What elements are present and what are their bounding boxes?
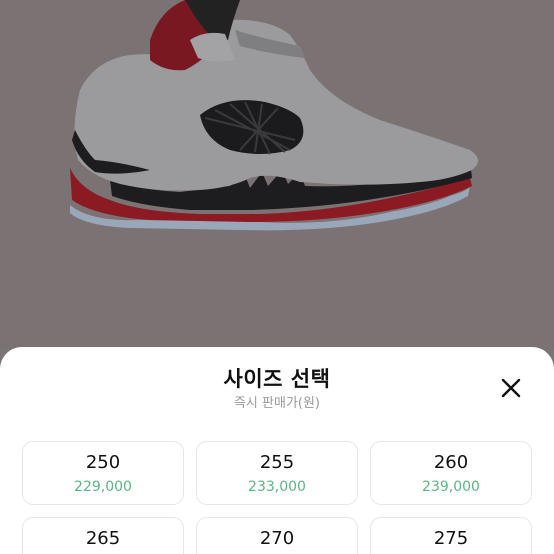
size-option-265[interactable]: 265 <box>22 517 184 554</box>
sheet-title: 사이즈 선택 <box>223 367 331 391</box>
size-value: 260 <box>433 452 469 473</box>
size-value: 255 <box>259 452 295 473</box>
size-option-260[interactable]: 260 239,000 <box>370 441 532 505</box>
size-option-275[interactable]: 275 <box>370 517 532 554</box>
size-value: 275 <box>433 528 469 549</box>
size-value: 250 <box>85 452 121 473</box>
product-image <box>0 0 554 348</box>
sheet-subtitle: 즉시 판매가(원) <box>233 396 321 411</box>
close-button[interactable] <box>496 373 526 403</box>
sneaker-image <box>70 0 479 231</box>
size-price: 233,000 <box>248 479 306 495</box>
size-price: 239,000 <box>422 479 480 495</box>
close-icon <box>501 378 521 398</box>
size-option-270[interactable]: 270 <box>196 517 358 554</box>
size-value: 270 <box>259 528 295 549</box>
size-price: 229,000 <box>74 479 132 495</box>
size-option-255[interactable]: 255 233,000 <box>196 441 358 505</box>
size-select-sheet: 사이즈 선택 즉시 판매가(원) 250 229,000 255 233,000… <box>0 347 554 554</box>
size-value: 265 <box>85 528 121 549</box>
size-option-250[interactable]: 250 229,000 <box>22 441 184 505</box>
